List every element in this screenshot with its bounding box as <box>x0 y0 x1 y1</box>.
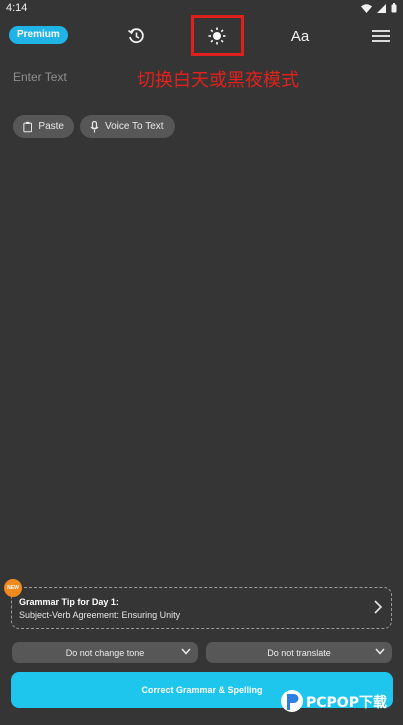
new-badge: NEW <box>4 579 22 597</box>
paste-label: Paste <box>38 121 64 132</box>
paste-button[interactable]: Paste <box>13 115 74 138</box>
chevron-down-icon <box>181 648 191 655</box>
status-time: 4:14 <box>6 2 28 14</box>
tip-subtitle: Subject-Verb Agreement: Ensuring Unity <box>19 610 181 620</box>
chevron-down-icon <box>375 648 385 655</box>
tone-select-value: Do not change tone <box>65 647 145 658</box>
grammar-tip-card[interactable]: Grammar Tip for Day 1: Subject-Verb Agre… <box>11 587 392 629</box>
tip-title: Grammar Tip for Day 1: <box>19 597 119 607</box>
history-icon[interactable] <box>124 24 148 48</box>
chevron-right-icon <box>374 600 382 614</box>
font-size-button[interactable]: Aa <box>288 24 312 48</box>
battery-icon <box>391 3 397 13</box>
status-bar: 4:14 <box>0 0 403 16</box>
microphone-icon <box>90 120 99 132</box>
text-input-placeholder[interactable]: Enter Text <box>13 70 67 84</box>
wifi-icon <box>361 3 372 13</box>
clipboard-icon <box>23 121 33 132</box>
voice-to-text-button[interactable]: Voice To Text <box>80 115 175 138</box>
hamburger-menu-icon[interactable] <box>369 24 393 48</box>
translate-select-value: Do not translate <box>267 647 331 658</box>
voice-label: Voice To Text <box>105 121 164 132</box>
annotation-label: 切换白天或黑夜模式 <box>137 70 299 91</box>
status-icons <box>361 3 397 13</box>
annotation-highlight-box <box>191 15 244 56</box>
pcpop-watermark-logo: PCPOP下载 <box>280 684 403 720</box>
svg-text:PCPOP下载: PCPOP下载 <box>306 694 387 711</box>
tone-select[interactable]: Do not change tone <box>12 642 198 663</box>
signal-icon <box>377 3 386 13</box>
premium-button[interactable]: Premium <box>9 26 68 44</box>
translate-select[interactable]: Do not translate <box>206 642 392 663</box>
